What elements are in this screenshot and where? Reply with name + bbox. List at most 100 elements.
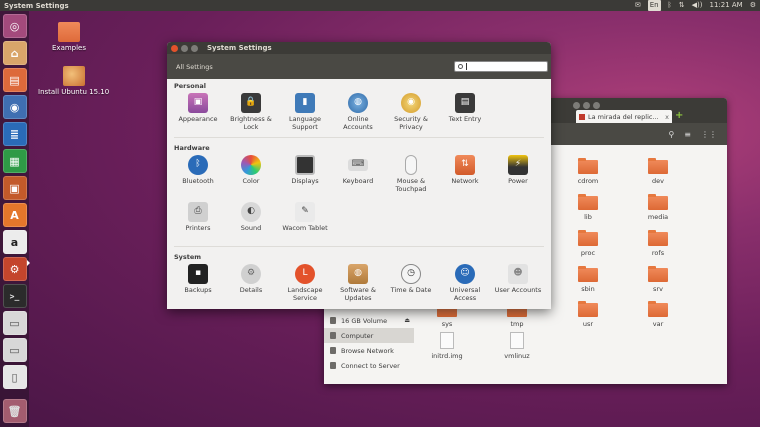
libreoffice-writer-icon[interactable]: ≣ bbox=[2, 122, 27, 146]
settings-item-text-entry[interactable]: ▤ Text Entry bbox=[438, 93, 492, 124]
amazon-icon[interactable]: a bbox=[2, 230, 27, 254]
settings-item-color[interactable]: Color bbox=[224, 155, 278, 186]
close-tab-icon[interactable]: x bbox=[665, 113, 669, 121]
folder-label: rofs bbox=[651, 249, 665, 257]
software-center-icon[interactable]: A bbox=[2, 203, 27, 227]
minimize-button[interactable] bbox=[583, 102, 590, 109]
folder-item[interactable]: lib bbox=[568, 194, 608, 221]
settings-item-brightness-lock[interactable]: 🔒 Brightness & Lock bbox=[224, 93, 278, 131]
maximize-button[interactable] bbox=[191, 44, 198, 52]
folder-item[interactable]: sbin bbox=[568, 266, 608, 293]
search-icon[interactable]: ⚲ bbox=[668, 130, 674, 139]
desktop-icon-examples[interactable]: Examples bbox=[52, 22, 86, 52]
network-icon[interactable]: ⇅ bbox=[679, 0, 685, 11]
sidebar-item-label: Connect to Server bbox=[341, 361, 400, 370]
bluetooth-icon[interactable]: ᛒ bbox=[668, 0, 672, 11]
settings-item-appearance[interactable]: ▣ Appearance bbox=[171, 93, 225, 124]
folder-label: tmp bbox=[510, 320, 524, 328]
backups-icon: ▪ bbox=[188, 264, 208, 284]
security-icon: ◉ bbox=[401, 93, 421, 113]
file-item[interactable]: initrd.img bbox=[427, 332, 467, 360]
settings-item-mouse-touchpad[interactable]: Mouse & Touchpad bbox=[384, 155, 438, 193]
folder-item[interactable]: cdrom bbox=[568, 158, 608, 185]
home-folder-icon[interactable]: ⌂ bbox=[2, 41, 27, 65]
settings-item-user-accounts[interactable]: ☻ User Accounts bbox=[491, 264, 545, 295]
file-manager-icon[interactable]: ▤ bbox=[2, 68, 27, 92]
sidebar-item-volume[interactable]: 16 GB Volume ⏏ bbox=[324, 313, 414, 328]
volume-icon[interactable]: ◀)) bbox=[692, 0, 703, 11]
item-label: Wacom Tablet bbox=[282, 224, 328, 232]
sidebar-item-connect-server[interactable]: Connect to Server bbox=[324, 358, 414, 373]
clock[interactable]: 11:21 AM bbox=[709, 0, 742, 11]
settings-item-displays[interactable]: Displays bbox=[278, 155, 332, 186]
system-settings-icon[interactable]: ⚙ bbox=[2, 257, 27, 281]
item-label: Printers bbox=[185, 224, 211, 232]
gear-icon[interactable]: ⚙ bbox=[750, 0, 756, 11]
item-label-2: Updates bbox=[344, 293, 372, 302]
search-input[interactable] bbox=[454, 61, 548, 72]
item-label-2: Privacy bbox=[399, 122, 423, 131]
drive-icon[interactable]: ▭ bbox=[2, 311, 27, 335]
close-button[interactable] bbox=[171, 44, 178, 52]
trash-icon[interactable]: 🗑 bbox=[2, 399, 27, 423]
sidebar-item-computer[interactable]: Computer bbox=[324, 328, 414, 343]
ubuntu-dash-icon[interactable]: ◎ bbox=[2, 14, 27, 38]
settings-item-backups[interactable]: ▪ Backups bbox=[171, 264, 225, 295]
settings-item-power[interactable]: ⚡ Power bbox=[491, 155, 545, 186]
folder-item[interactable]: rofs bbox=[638, 230, 678, 257]
terminal-icon[interactable]: >_ bbox=[2, 284, 27, 308]
folder-item[interactable]: dev bbox=[638, 158, 678, 185]
sidebar-item-network[interactable]: Browse Network bbox=[324, 343, 414, 358]
settings-item-landscape-service[interactable]: L Landscape Service bbox=[278, 264, 332, 302]
settings-item-time-date[interactable]: ◷ Time & Date bbox=[384, 264, 438, 295]
settings-item-printers[interactable]: ⎙ Printers bbox=[171, 202, 225, 233]
settings-item-wacom-tablet[interactable]: ✎ Wacom Tablet bbox=[278, 202, 332, 233]
desktop-icon-installer[interactable]: Install Ubuntu 15.10 bbox=[38, 66, 109, 96]
grid-view-icon[interactable]: ⋮⋮ bbox=[701, 130, 717, 139]
settings-item-security-privacy[interactable]: ◉ Security & Privacy bbox=[384, 93, 438, 131]
folder-item[interactable]: srv bbox=[638, 266, 678, 293]
folder-icon bbox=[578, 194, 598, 210]
text-entry-icon: ▤ bbox=[455, 93, 475, 113]
active-window-title: System Settings bbox=[4, 1, 69, 10]
libreoffice-calc-icon[interactable]: ▦ bbox=[2, 149, 27, 173]
settings-content: Personal ▣ Appearance 🔒 Brightness & Loc… bbox=[167, 79, 551, 309]
all-settings-button[interactable]: All Settings bbox=[176, 63, 213, 71]
settings-item-sound[interactable]: ◐ Sound bbox=[224, 202, 278, 233]
mail-icon[interactable]: ✉ bbox=[635, 0, 641, 11]
drive-icon-2[interactable]: ▭ bbox=[2, 338, 27, 362]
file-item[interactable]: vmlinuz bbox=[497, 332, 537, 360]
section-title-hardware: Hardware bbox=[174, 144, 210, 152]
keyboard-layout-indicator[interactable]: En bbox=[647, 0, 661, 11]
settings-item-keyboard[interactable]: ⌨ Keyboard bbox=[331, 155, 385, 186]
new-tab-button[interactable]: + bbox=[675, 110, 683, 121]
settings-item-details[interactable]: ⚙ Details bbox=[224, 264, 278, 295]
minimize-button[interactable] bbox=[181, 44, 188, 52]
folder-item[interactable]: usr bbox=[568, 301, 608, 328]
browser-tab[interactable]: La mirada del replic... x bbox=[576, 110, 672, 123]
firefox-icon[interactable]: ◉ bbox=[2, 95, 27, 119]
sidebar-item-label: Browse Network bbox=[341, 346, 394, 355]
settings-item-language-support[interactable]: ▮ Language Support bbox=[278, 93, 332, 131]
folder-item[interactable]: proc bbox=[568, 230, 608, 257]
item-label: Appearance bbox=[178, 115, 218, 123]
eject-icon[interactable]: ⏏ bbox=[404, 317, 410, 324]
usb-drive-icon[interactable]: ▯ bbox=[2, 365, 27, 389]
settings-item-bluetooth[interactable]: ᛒ Bluetooth bbox=[171, 155, 225, 186]
settings-item-software-updates[interactable]: ◍ Software & Updates bbox=[331, 264, 385, 302]
sidebar-item-label: 16 GB Volume bbox=[341, 316, 388, 325]
settings-item-universal-access[interactable]: ☺ Universal Access bbox=[438, 264, 492, 302]
close-button[interactable] bbox=[573, 102, 580, 109]
settings-item-network[interactable]: ⇅ Network bbox=[438, 155, 492, 186]
drive-icon bbox=[330, 317, 336, 324]
settings-item-online-accounts[interactable]: ◍ Online Accounts bbox=[331, 93, 385, 131]
folder-item[interactable]: var bbox=[638, 301, 678, 328]
folder-item[interactable]: media bbox=[638, 194, 678, 221]
maximize-button[interactable] bbox=[593, 102, 600, 109]
window-title: System Settings bbox=[207, 44, 272, 52]
list-view-icon[interactable]: ≡ bbox=[684, 130, 691, 139]
libreoffice-impress-icon[interactable]: ▣ bbox=[2, 176, 27, 200]
item-label-2: Service bbox=[292, 293, 318, 302]
folder-icon bbox=[578, 301, 598, 317]
settings-titlebar[interactable]: System Settings bbox=[167, 42, 551, 54]
